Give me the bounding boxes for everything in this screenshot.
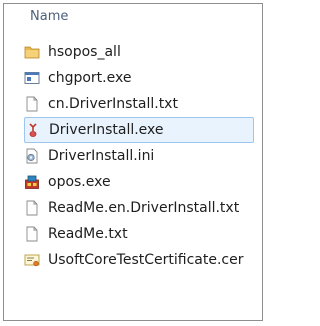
- file-name: cn.DriverInstall.txt: [48, 96, 178, 112]
- file-name: DriverInstall.exe: [49, 122, 164, 138]
- file-name: UsoftCoreTestCertificate.cer: [48, 252, 244, 268]
- file-name: ReadMe.txt: [48, 226, 128, 242]
- file-row-cn-driverinstall-txt[interactable]: cn.DriverInstall.txt: [24, 91, 254, 117]
- file-name: ReadMe.en.DriverInstall.txt: [48, 200, 240, 216]
- text-file-icon: [26, 96, 38, 112]
- exe-window-icon: [24, 72, 40, 84]
- file-name: DriverInstall.ini: [48, 148, 155, 164]
- file-name: chgport.exe: [48, 70, 132, 86]
- settings-file-icon: [26, 148, 38, 164]
- file-name: hsopos_all: [48, 44, 121, 60]
- file-list-pane: Name hsopos_all chgport.exe cn.DriverIns…: [3, 3, 263, 321]
- file-row-chgport[interactable]: chgport.exe: [24, 65, 254, 91]
- text-file-icon: [26, 200, 38, 216]
- file-row-readme-en-driverinstall-txt[interactable]: ReadMe.en.DriverInstall.txt: [24, 195, 254, 221]
- app-exe-icon: [25, 175, 39, 189]
- file-row-usoftcoretestcertificate-cer[interactable]: UsoftCoreTestCertificate.cer: [24, 247, 254, 273]
- file-row-opos-exe[interactable]: opos.exe: [24, 169, 254, 195]
- folder-icon: [24, 46, 40, 59]
- file-row-readme-txt[interactable]: ReadMe.txt: [24, 221, 254, 247]
- name-column-header[interactable]: Name: [30, 9, 68, 24]
- text-file-icon: [26, 226, 38, 242]
- file-row-hsopos_all[interactable]: hsopos_all: [24, 39, 254, 65]
- installer-icon: [29, 123, 37, 137]
- file-row-driverinstall-exe[interactable]: DriverInstall.exe: [24, 117, 254, 143]
- certificate-icon: [24, 254, 40, 267]
- file-row-driverinstall-ini[interactable]: DriverInstall.ini: [24, 143, 254, 169]
- file-name: opos.exe: [48, 174, 111, 190]
